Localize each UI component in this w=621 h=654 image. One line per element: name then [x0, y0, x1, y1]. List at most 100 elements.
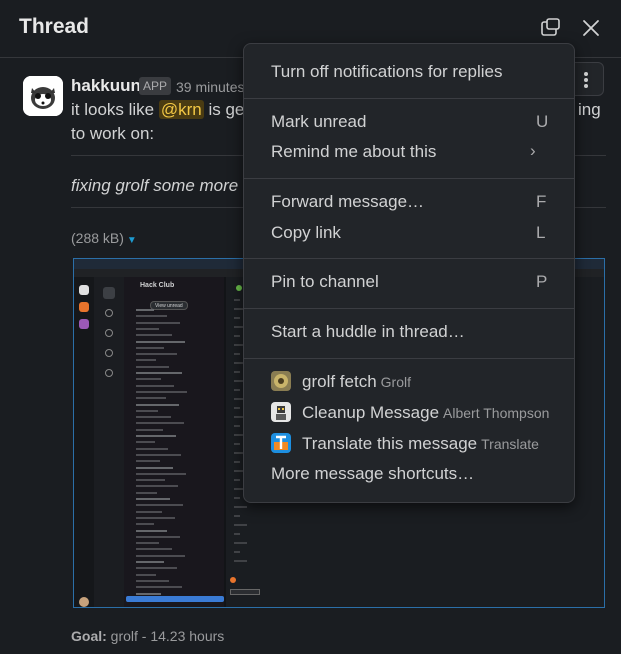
- preview-channel-line: [136, 586, 182, 589]
- preview-content-line: [234, 533, 240, 535]
- preview-channel-line: [136, 453, 181, 456]
- menu-item-more-shortcuts[interactable]: More message shortcuts…: [244, 460, 574, 488]
- menu-item-label: Turn off notifications for replies: [271, 62, 503, 81]
- app-badge: APP: [139, 77, 172, 95]
- preview-channel-line: [136, 548, 172, 551]
- preview-channel-line: [136, 309, 154, 311]
- preview-content-line: [234, 479, 240, 481]
- shortcut-key: U: [536, 112, 549, 131]
- message-text-line2: to work on:: [71, 124, 155, 143]
- preview-channel-line: [136, 447, 168, 450]
- translate-icon: [271, 433, 291, 453]
- preview-channel-line: [136, 378, 161, 381]
- preview-content-line: [234, 542, 247, 544]
- preview-channel-line: [136, 579, 169, 582]
- preview-content-line: [234, 506, 247, 508]
- preview-selected-channel: [126, 596, 224, 602]
- preview-content-line: [234, 371, 240, 373]
- preview-channel-line: [136, 510, 162, 513]
- preview-channel-line: [136, 441, 155, 444]
- menu-item-label: Translate this message Translate: [302, 434, 539, 454]
- preview-content-line: [234, 425, 240, 427]
- preview-channel-line: [136, 516, 175, 519]
- preview-content-line: [234, 335, 240, 337]
- preview-channel-line: [136, 390, 187, 393]
- preview-channel-line: [136, 554, 185, 557]
- preview-content-line: [234, 461, 240, 463]
- preview-channel-line: [136, 340, 185, 343]
- preview-channel-line: [136, 416, 171, 419]
- preview-channel-line: [136, 315, 167, 318]
- message-text-tail: ing: [578, 100, 601, 119]
- caret-down-icon[interactable]: ▼: [127, 235, 137, 246]
- shortcut-name: Translate this message: [302, 434, 478, 453]
- goal-line: Goal: grolf - 14.23 hours: [71, 628, 224, 644]
- preview-workspace-name: Hack Club: [140, 282, 175, 289]
- menu-item-label: grolf fetch Grolf: [302, 372, 411, 392]
- mention-link[interactable]: @krn: [158, 100, 204, 119]
- preview-content-line: [234, 551, 240, 553]
- preview-channel-line: [136, 403, 179, 406]
- menu-item-mark-unread[interactable]: Mark unread U: [244, 108, 574, 136]
- preview-content-line: [234, 353, 240, 355]
- menu-item-label: Forward message…: [271, 192, 425, 211]
- preview-channel-line: [136, 573, 156, 576]
- preview-channel-line: [136, 529, 167, 532]
- preview-content-line: [234, 515, 240, 517]
- preview-content-line: [234, 407, 240, 409]
- preview-channel-line: [136, 365, 169, 368]
- preview-content-line: [234, 524, 247, 526]
- more-dot: [584, 84, 588, 88]
- message-text-start: it looks like: [71, 100, 159, 119]
- more-dot: [584, 78, 588, 82]
- preview-channel-line: [136, 498, 170, 500]
- preview-channel-line: [136, 409, 158, 412]
- preview-channel-line: [136, 384, 174, 387]
- menu-item-grolf-fetch[interactable]: grolf fetch Grolf: [244, 368, 574, 396]
- preview-channel-line: [136, 346, 164, 349]
- menu-item-start-huddle[interactable]: Start a huddle in thread…: [244, 318, 574, 346]
- menu-item-forward-message[interactable]: Forward message… F: [244, 188, 574, 216]
- more-dot: [584, 72, 588, 76]
- preview-channel-line: [136, 567, 177, 570]
- preview-channel-line: [136, 479, 165, 482]
- menu-item-remind-me[interactable]: Remind me about this ›: [244, 138, 574, 166]
- preview-content-line: [234, 443, 240, 445]
- preview-workspace-rail: [74, 277, 94, 607]
- popout-icon[interactable]: [538, 16, 562, 40]
- preview-channel-line: [136, 334, 172, 337]
- shortcut-name: Cleanup Message: [302, 403, 440, 422]
- preview-nav: [94, 277, 124, 607]
- menu-item-copy-link[interactable]: Copy link L: [244, 219, 574, 247]
- preview-channel-line: [136, 435, 176, 437]
- preview-channel-line: [136, 491, 157, 494]
- author-name[interactable]: hakkuun: [71, 76, 141, 96]
- menu-separator: [244, 358, 574, 359]
- menu-item-label: More message shortcuts…: [271, 464, 475, 483]
- avatar[interactable]: [23, 76, 63, 116]
- menu-item-pin-to-channel[interactable]: Pin to channel P: [244, 268, 574, 296]
- preview-channel-line: [136, 523, 154, 526]
- thread-title: Thread: [19, 15, 90, 38]
- preview-view-unread: View unread: [150, 301, 188, 310]
- menu-item-cleanup-message[interactable]: Cleanup Message Albert Thompson: [244, 399, 574, 427]
- preview-channel-line: [136, 428, 163, 431]
- menu-item-turn-off-notifications[interactable]: Turn off notifications for replies: [244, 58, 574, 86]
- menu-item-translate-message[interactable]: Translate this message Translate: [244, 430, 574, 458]
- menu-item-label: Remind me about this: [271, 142, 437, 161]
- preview-channel-line: [136, 504, 183, 507]
- close-icon[interactable]: [579, 16, 603, 40]
- file-size[interactable]: (288 kB) ▼: [71, 230, 137, 246]
- menu-item-label: Cleanup Message Albert Thompson: [302, 403, 549, 423]
- preview-channel-line: [136, 359, 156, 362]
- message-context-menu: Turn off notifications for replies Mark …: [243, 43, 575, 503]
- preview-channel-line: [136, 397, 166, 400]
- timestamp[interactable]: 39 minutes: [176, 79, 244, 95]
- menu-item-label: Copy link: [271, 223, 341, 242]
- message-quote: fixing grolf some more: [71, 176, 239, 195]
- preview-channel-line: [136, 542, 159, 545]
- menu-separator: [244, 258, 574, 259]
- preview-channel-line: [136, 535, 180, 538]
- menu-separator: [244, 308, 574, 309]
- menu-item-label: Pin to channel: [271, 272, 379, 291]
